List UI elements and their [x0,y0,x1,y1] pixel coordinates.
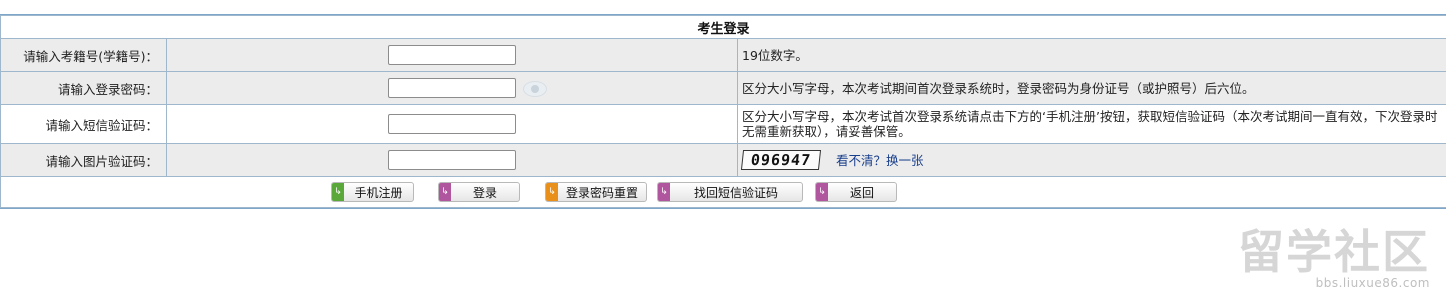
retrieve-sms-code-label: 找回短信验证码 [693,185,778,200]
phone-register-button[interactable]: ↳ 手机注册 [331,182,414,202]
password-input[interactable] [388,78,516,98]
button-bar: ↳ 手机注册 ↳ 登录 ↳ 登录密码重置 ↳ 找回短信验证码 ↳ 返回 [0,176,1446,208]
form-title: 考生登录 [0,15,1446,39]
captcha-input[interactable] [388,150,516,170]
exam-id-hint: 19位数字。 [737,38,1446,72]
arrow-icon: ↳ [546,183,558,201]
arrow-icon: ↳ [816,183,828,201]
password-hint: 区分大小写字母，本次考试期间首次登录系统时，登录密码为身份证号（或护照号）后六位… [737,71,1446,105]
login-table: 考生登录 请输入考籍号(学籍号)： 19位数字。 请输入登录密码： 区分大小写字… [0,15,1446,208]
login-form: 考生登录 请输入考籍号(学籍号)： 19位数字。 请输入登录密码： 区分大小写字… [0,14,1446,209]
password-row: 请输入登录密码： 区分大小写字母，本次考试期间首次登录系统时，登录密码为身份证号… [0,71,1446,105]
sms-code-label: 请输入短信验证码： [0,104,167,144]
exam-id-label: 请输入考籍号(学籍号)： [0,38,167,72]
sms-code-hint: 区分大小写字母，本次考试首次登录系统请点击下方的‘手机注册’按钮，获取短信验证码… [737,104,1446,144]
login-button[interactable]: ↳ 登录 [438,182,520,202]
sms-code-input[interactable] [388,114,516,134]
captcha-cell: 096947 看不清？换一张 [737,143,1446,177]
site-watermark: 留学社区 bbs.liuxue86.com [1238,228,1430,290]
exam-id-input[interactable] [388,45,516,65]
captcha-row: 请输入图片验证码： 096947 看不清？换一张 [0,143,1446,177]
password-label: 请输入登录密码： [0,71,167,105]
arrow-icon: ↳ [439,183,451,201]
watermark-logo: 留学社区 [1238,225,1430,279]
show-password-icon[interactable] [523,81,547,97]
arrow-icon: ↳ [332,183,344,201]
phone-register-label: 手机注册 [354,185,403,200]
login-label: 登录 [472,185,497,200]
back-button[interactable]: ↳ 返回 [815,182,897,202]
refresh-captcha-link[interactable]: 看不清？换一张 [836,153,924,168]
sms-code-row: 请输入短信验证码： 区分大小写字母，本次考试首次登录系统请点击下方的‘手机注册’… [0,104,1446,144]
back-label: 返回 [849,185,874,200]
captcha-label: 请输入图片验证码： [0,143,167,177]
retrieve-sms-code-button[interactable]: ↳ 找回短信验证码 [657,182,803,202]
reset-password-button[interactable]: ↳ 登录密码重置 [545,182,647,202]
captcha-image[interactable]: 096947 [740,150,822,170]
arrow-icon: ↳ [658,183,670,201]
exam-id-row: 请输入考籍号(学籍号)： 19位数字。 [0,38,1446,72]
reset-password-label: 登录密码重置 [565,185,638,200]
